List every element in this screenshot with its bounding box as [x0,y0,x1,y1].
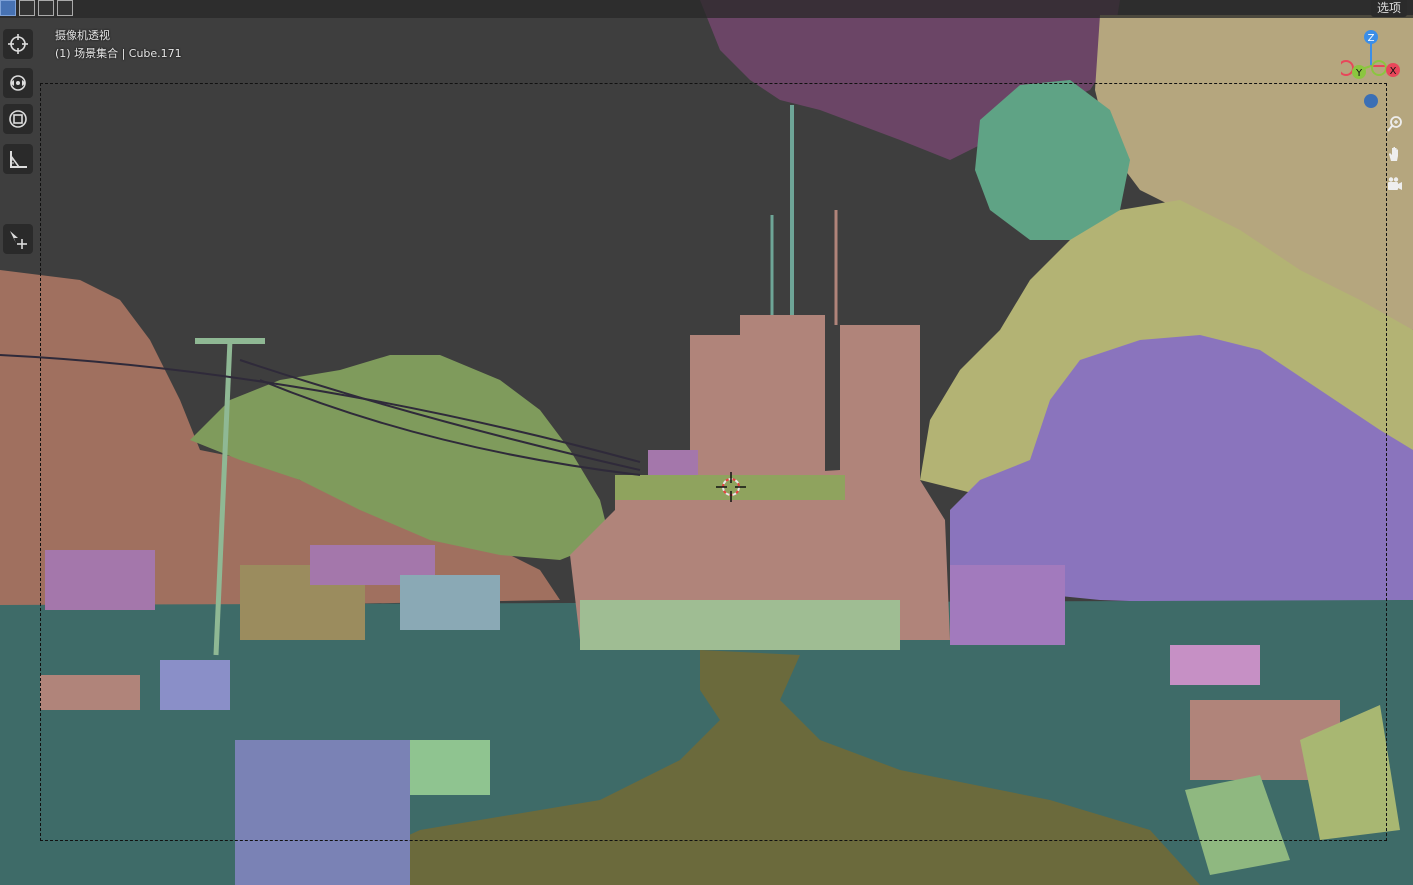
camera-view-button[interactable] [1383,172,1407,196]
rotate-tool[interactable] [3,68,33,98]
select-subtract-icon[interactable] [38,0,54,16]
silo-mid [740,315,825,480]
box [950,565,1065,645]
measure-icon [10,151,27,168]
box [40,675,140,710]
navigation-gizmo[interactable]: Z Y X [1341,26,1401,116]
box [45,550,155,610]
box [160,660,230,710]
scale-icon [9,110,27,128]
collection-info: (1) 场景集合 | Cube.171 [55,47,182,60]
neg-z-axis-handle [1364,94,1378,108]
view-name: 摄像机透视 [55,29,110,42]
select-new-icon[interactable] [0,0,16,16]
3d-cursor-icon[interactable] [716,472,746,502]
add-object-icon [10,231,27,249]
viewport-info: 摄像机透视 (1) 场景集合 | Cube.171 [55,27,182,63]
add-object-tool[interactable] [3,224,33,254]
cursor-tool[interactable] [3,29,33,59]
viewport-header: 选项 [0,0,1413,18]
silo-left [690,335,745,480]
box [580,600,900,650]
3d-scene[interactable] [0,0,1413,885]
zoom-button[interactable] [1383,112,1407,136]
cursor-icon [8,34,28,54]
zoom-icon [1387,116,1402,132]
z-axis-label: Z [1368,33,1375,44]
neg-x-axis-handle [1341,60,1354,76]
neg-y-axis-handle [1371,60,1387,76]
select-mode-group [0,0,73,16]
select-extend-icon[interactable] [19,0,35,16]
orbit-move-icon [10,75,26,91]
x-axis-label: X [1390,66,1397,77]
pan-button[interactable] [1383,142,1407,166]
box [410,740,490,795]
scale-tool[interactable] [3,104,33,134]
y-axis-label: Y [1355,68,1363,79]
box [1170,645,1260,685]
box [235,740,410,885]
pole-crossbar [195,338,265,344]
select-intersect-icon[interactable] [57,0,73,16]
measure-tool[interactable] [3,144,33,174]
pan-hand-icon [1389,147,1398,161]
camera-view-icon [1388,177,1402,190]
options-dropdown[interactable]: 选项 [1370,0,1407,17]
viewport[interactable]: 选项 摄像机透视 (1) 场景集合 | Cube.171 Z Y X [0,0,1413,885]
silo-right [840,325,920,480]
box [400,575,500,630]
